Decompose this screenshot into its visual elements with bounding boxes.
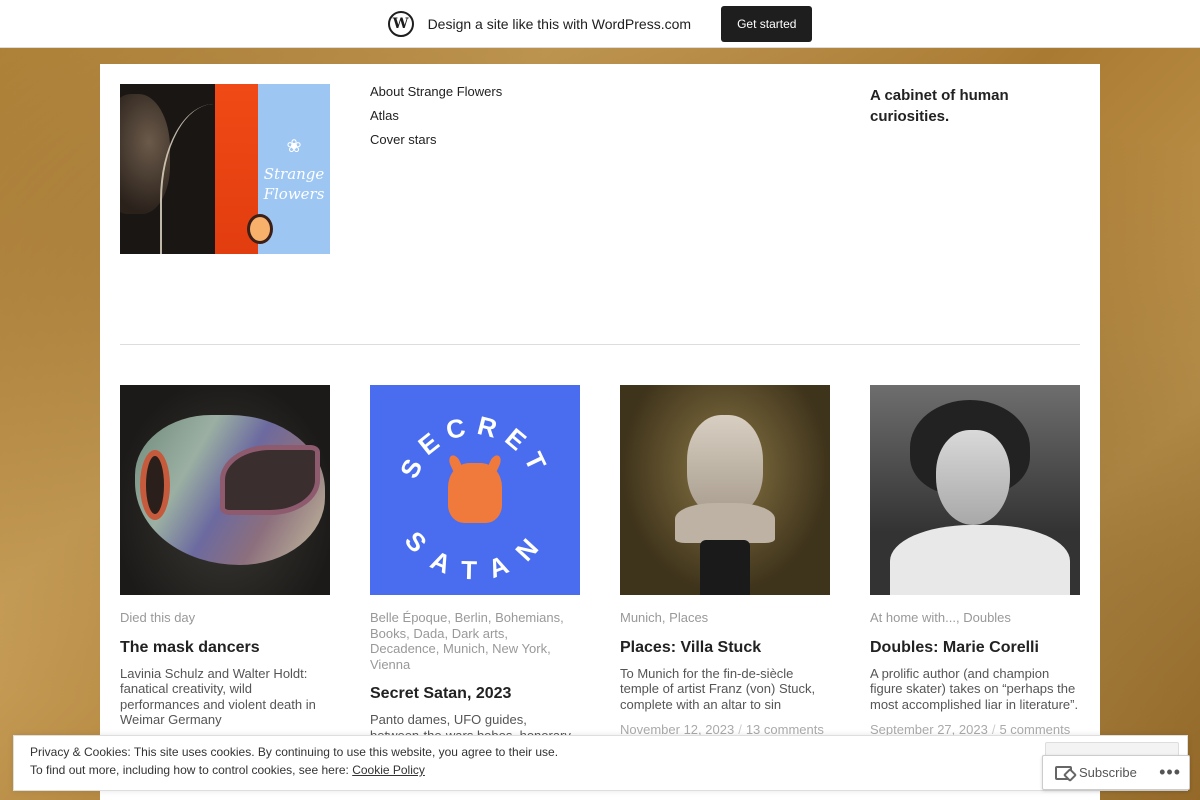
post-categories: At home with..., Doubles [870, 610, 1011, 625]
cookie-policy-link[interactable]: Cookie Policy [352, 763, 425, 777]
subscribe-label: Subscribe [1079, 765, 1137, 780]
devil-figure-icon [448, 463, 502, 523]
post-categories: Belle Époque, Berlin, Bohemians, Books, … [370, 610, 564, 672]
category-link[interactable]: Munich [443, 641, 485, 656]
post-card: SECRET SATAN Belle Époque, Berlin, Bohem… [370, 385, 580, 759]
site-tagline: A cabinet of human curiosities. [870, 87, 1009, 125]
image-text-satan: SATAN [399, 525, 541, 585]
category-link[interactable]: Munich [620, 610, 662, 625]
logo-text-flowers: Flowers [263, 184, 325, 203]
main-navigation: About Strange Flowers Atlas Cover stars [370, 84, 502, 148]
post-card: At home with..., Doubles Doubles: Marie … [870, 385, 1080, 737]
category-link[interactable]: Dark arts [452, 626, 505, 641]
category-link[interactable]: Decadence [370, 641, 436, 656]
post-categories: Munich, Places [620, 610, 709, 625]
logo-heart [247, 214, 273, 244]
post-excerpt: A prolific author (and champion figure s… [870, 665, 1079, 712]
cookie-text-line-1: Privacy & Cookies: This site uses cookie… [30, 745, 559, 759]
category-link[interactable]: Books [370, 626, 406, 641]
post-title[interactable]: Secret Satan, 2023 [370, 684, 580, 704]
logo-text-strange: Strange [263, 164, 325, 183]
promo-text: Design a site like this with WordPress.c… [427, 15, 692, 32]
subscribe-button[interactable]: Subscribe [1055, 765, 1137, 780]
mask-eye-left [140, 450, 170, 520]
subscribe-icon [1055, 765, 1072, 780]
post-thumbnail[interactable]: SECRET SATAN [370, 385, 580, 595]
bust-head [687, 415, 763, 515]
get-started-button[interactable]: Get started [721, 5, 813, 42]
bust-shoulders [675, 503, 775, 543]
category-link[interactable]: Berlin [455, 610, 488, 625]
post-title[interactable]: Places: Villa Stuck [620, 638, 830, 658]
cookie-text-prefix: To find out more, including how to contr… [30, 763, 353, 777]
portrait-face [936, 430, 1010, 525]
cookie-text-line-2: To find out more, including how to contr… [30, 761, 1171, 779]
post-thumbnail[interactable] [870, 385, 1080, 595]
cookie-banner: Privacy & Cookies: This site uses cookie… [13, 735, 1188, 791]
wordpress-promo-bar: W Design a site like this with WordPress… [0, 0, 1200, 48]
header-divider [120, 344, 1080, 345]
nav-item-about[interactable]: About Strange Flowers [370, 84, 502, 100]
svg-text:SATAN: SATAN [399, 525, 551, 585]
category-link[interactable]: Doubles [963, 610, 1011, 625]
post-card: Died this day The mask dancers Lavinia S… [120, 385, 330, 728]
post-card: Munich, Places Places: Villa Stuck To Mu… [620, 385, 830, 737]
wordpress-logo-icon[interactable]: W [387, 10, 414, 37]
subscribe-bar: Subscribe ••• [1042, 755, 1190, 790]
site-logo-image[interactable]: ❀ Strange Flowers [120, 84, 330, 254]
category-link[interactable]: At home with... [870, 610, 956, 625]
category-link[interactable]: Died this day [120, 610, 195, 625]
logo-orange-panel [215, 84, 273, 254]
category-link[interactable]: Places [669, 610, 708, 625]
post-excerpt: To Munich for the fin-de-siècle temple o… [620, 665, 816, 712]
bust-pedestal [700, 540, 750, 595]
category-link[interactable]: Belle Époque [370, 610, 447, 625]
post-thumbnail[interactable] [620, 385, 830, 595]
content-card: ❀ Strange Flowers About Strange Flowers … [100, 64, 1100, 800]
post-title[interactable]: Doubles: Marie Corelli [870, 638, 1080, 658]
post-thumbnail[interactable] [120, 385, 330, 595]
category-link[interactable]: New York [492, 641, 547, 656]
category-link[interactable]: Vienna [370, 657, 410, 672]
nav-item-atlas[interactable]: Atlas [370, 108, 502, 124]
portrait-dress [890, 525, 1070, 595]
post-title[interactable]: The mask dancers [120, 638, 330, 658]
more-options-icon[interactable]: ••• [1159, 762, 1181, 783]
lotus-icon: ❀ [286, 135, 302, 157]
category-link[interactable]: Bohemians [495, 610, 560, 625]
logo-dark-panel [120, 84, 215, 254]
mask-eye-right [220, 445, 320, 515]
post-categories: Died this day [120, 610, 330, 626]
category-link[interactable]: Dada [413, 626, 444, 641]
nav-item-cover-stars[interactable]: Cover stars [370, 132, 502, 148]
post-excerpt: Lavinia Schulz and Walter Holdt: fanatic… [120, 665, 316, 728]
